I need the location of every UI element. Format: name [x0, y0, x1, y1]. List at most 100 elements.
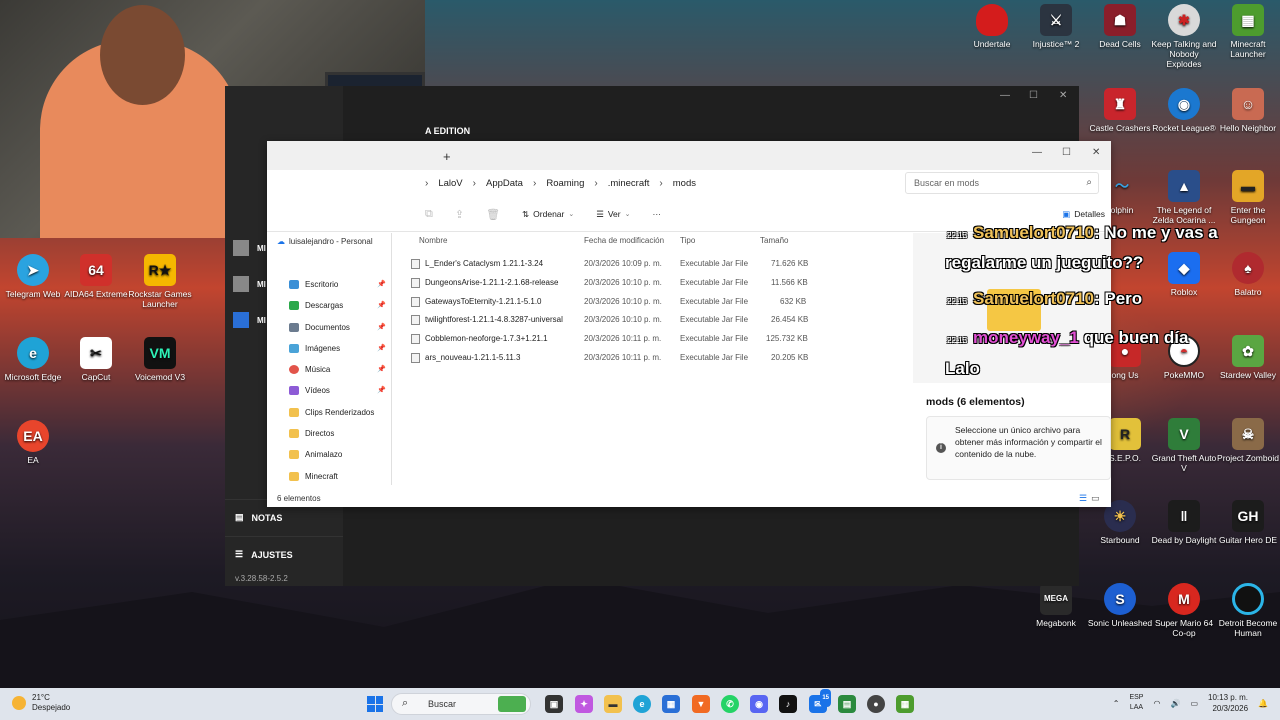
desktop-icon-telegram[interactable]: ➤ Telegram Web: [0, 254, 66, 299]
sort-button[interactable]: ⇅ Ordenar ⌄: [522, 209, 574, 220]
nav-item-escritorio[interactable]: Escritorio 📌: [289, 275, 389, 293]
explorer-close-button[interactable]: ✕: [1092, 147, 1100, 158]
nav-item-musica[interactable]: Música 📌: [289, 360, 389, 378]
desktop-icon-zelda[interactable]: ▲ The Legend of Zelda Ocarina ...: [1151, 170, 1217, 225]
details-pane-button[interactable]: ▣ Detalles: [1062, 209, 1105, 220]
launcher-settings-button[interactable]: ☰ AJUSTES: [225, 536, 343, 572]
taskbar-search[interactable]: ⌕ Buscar: [391, 693, 531, 715]
file-row[interactable]: ars_nouveau-1.21.1-5.11.3 20/3/2026 10:11…: [411, 349, 811, 367]
desktop-icon-edge[interactable]: e Microsoft Edge: [0, 337, 66, 382]
desktop-icon-mario64[interactable]: M Super Mario 64 Co-op: [1151, 583, 1217, 638]
edge-taskbar-icon[interactable]: e: [633, 695, 651, 713]
nav-item-documentos[interactable]: Documentos 📌: [289, 318, 389, 336]
desktop-icon-voicemod[interactable]: VM Voicemod V3: [127, 337, 193, 382]
chevron-up-icon[interactable]: ⌃: [1113, 699, 1120, 708]
desktop-icon-rocket-league[interactable]: ◉ Rocket League®: [1151, 88, 1217, 133]
desktop-icon-aida64[interactable]: 64 AIDA64 Extreme: [63, 254, 129, 299]
search-input[interactable]: Buscar en mods ⌕: [905, 172, 1099, 194]
breadcrumb-item[interactable]: LaloV: [438, 178, 462, 189]
brave-icon[interactable]: ▼: [692, 695, 710, 713]
desktop-icon-ea[interactable]: EA EA: [0, 420, 66, 465]
badge-app-icon[interactable]: 15 ✉: [809, 689, 831, 713]
desktop-icon-castle-crashers[interactable]: ♜ Castle Crashers: [1087, 88, 1153, 133]
file-row[interactable]: twilightforest-1.21.1-4.8.3287-universal…: [411, 311, 811, 329]
explorer-minimize-button[interactable]: —: [1032, 147, 1042, 158]
sheets-icon[interactable]: ▤: [838, 695, 856, 713]
breadcrumb-item[interactable]: .minecraft: [608, 178, 650, 189]
desktop-icon-megabonk[interactable]: MEGA Megabonk: [1023, 583, 1089, 628]
desktop-icon-injustice[interactable]: ⚔ Injustice™ 2: [1023, 4, 1089, 49]
task-view-icon[interactable]: ▣: [545, 695, 563, 713]
volume-icon[interactable]: 🔊: [1170, 699, 1180, 708]
column-header-size[interactable]: Tamaño: [760, 236, 788, 245]
new-tab-button[interactable]: +: [443, 149, 451, 164]
desktop-icon-enter-gungeon[interactable]: ▬ Enter the Gungeon: [1215, 170, 1280, 225]
file-row[interactable]: GatewaysToEternity-1.21.1-5.1.0 20/3/2026…: [411, 293, 811, 311]
file-explorer-icon[interactable]: ▬: [604, 695, 622, 713]
view-button[interactable]: ☰ Ver ⌄: [596, 209, 630, 220]
explorer-maximize-button[interactable]: ☐: [1062, 147, 1071, 158]
desktop-icon-undertale[interactable]: Undertale: [959, 4, 1025, 49]
copilot-icon[interactable]: ✦: [575, 695, 593, 713]
file-row[interactable]: DungeonsArise-1.21.1-2.1.68-release 20/3/…: [411, 274, 811, 292]
desktop-icon-guitar-hero[interactable]: GH Guitar Hero DE: [1215, 500, 1280, 545]
desktop-icon-stardew[interactable]: ✿ Stardew Valley: [1215, 335, 1280, 380]
desktop-icon-hello-neighbor[interactable]: ☺ Hello Neighbor: [1215, 88, 1280, 133]
breadcrumb-item[interactable]: AppData: [486, 178, 523, 189]
whatsapp-icon[interactable]: ✆: [721, 695, 739, 713]
desktop-icon-rockstar[interactable]: R★ Rockstar Games Launcher: [127, 254, 193, 309]
nav-item-imagenes[interactable]: Imágenes 📌: [289, 339, 389, 357]
notifications-icon[interactable]: 🔔: [1258, 699, 1268, 708]
minecraft-taskbar-icon[interactable]: ▦: [896, 695, 914, 713]
desktop-icon-dead-cells[interactable]: ☗ Dead Cells: [1087, 4, 1153, 49]
copy-icon[interactable]: ⧉: [425, 208, 433, 221]
desktop-icon-sonic[interactable]: S Sonic Unleashed: [1087, 583, 1153, 628]
sort-icon: ⇅: [522, 208, 530, 219]
tiktok-icon[interactable]: ♪: [779, 695, 797, 713]
desktop-icon-keep-talking[interactable]: ✱ Keep Talking and Nobody Explodes: [1151, 4, 1217, 69]
desktop-icon-roblox[interactable]: ◆ Roblox: [1151, 252, 1217, 297]
clock[interactable]: 10:13 p. m. 20/3/2026: [1208, 692, 1248, 714]
weather-widget[interactable]: 21°C Despejado: [12, 693, 70, 713]
more-options-button[interactable]: ···: [653, 209, 662, 219]
desktop-icon-balatro[interactable]: ♠ Balatro: [1215, 252, 1280, 297]
tiles-view-icon[interactable]: ▭: [1091, 493, 1100, 504]
onedrive-personal-item[interactable]: ☁ luisalejandro - Personal: [277, 237, 373, 246]
details-view-icon[interactable]: ☰: [1079, 493, 1087, 504]
delete-icon[interactable]: 🗑: [486, 208, 500, 221]
breadcrumb-item[interactable]: mods: [673, 178, 696, 189]
share-icon[interactable]: ⇪: [455, 208, 464, 221]
file-row[interactable]: Cobblemon-neoforge-1.7.3+1.21.1 20/3/2026…: [411, 330, 811, 348]
column-header-date[interactable]: Fecha de modificación: [584, 236, 664, 245]
desktop-icon-capcut[interactable]: ✂ CapCut: [63, 337, 129, 382]
launcher-maximize-button[interactable]: ☐: [1029, 90, 1038, 101]
battery-icon[interactable]: ▭: [1190, 699, 1198, 708]
column-header-type[interactable]: Tipo: [680, 236, 695, 245]
breadcrumb-item[interactable]: Roaming: [546, 178, 584, 189]
obs-icon[interactable]: ●: [867, 695, 885, 713]
wifi-icon[interactable]: ◠: [1153, 699, 1160, 708]
desktop-icon-minecraft-launcher[interactable]: ▦ Minecraft Launcher: [1215, 4, 1280, 59]
nav-item-videos[interactable]: Vídeos 📌: [289, 381, 389, 399]
nav-item-minecraft[interactable]: Minecraft: [289, 467, 389, 485]
nav-item-directos[interactable]: Directos: [289, 424, 389, 442]
desktop-icon-detroit[interactable]: Detroit Become Human: [1215, 583, 1280, 638]
file-row[interactable]: L_Ender's Cataclysm 1.21.1-3.24 20/3/2026…: [411, 255, 811, 273]
launcher-minimize-button[interactable]: —: [1000, 90, 1010, 101]
discord-icon[interactable]: ◉: [750, 695, 768, 713]
nav-item-descargas[interactable]: Descargas 📌: [289, 296, 389, 314]
nav-item-animalazo[interactable]: Animalazo: [289, 445, 389, 463]
jar-file-icon: [411, 334, 420, 344]
store-icon[interactable]: ▦: [662, 695, 680, 713]
weather-sun-icon: [12, 696, 26, 710]
column-header-name[interactable]: Nombre: [419, 236, 447, 245]
start-button[interactable]: [367, 696, 383, 712]
desktop-icon-gta[interactable]: V Grand Theft Auto V: [1151, 418, 1217, 473]
launcher-close-button[interactable]: ✕: [1059, 90, 1067, 101]
desktop-icon-sep[interactable]: R S.E.P.O.: [1105, 418, 1145, 463]
desktop-icon-dead-by-daylight[interactable]: ‖ Dead by Daylight: [1151, 500, 1217, 545]
search-icon: ⌕: [1086, 177, 1092, 188]
nav-item-clips[interactable]: Clips Renderizados: [289, 403, 389, 421]
language-indicator[interactable]: ESP LAA: [1129, 693, 1143, 713]
desktop-icon-project-zomboid[interactable]: ☠ Project Zomboid: [1215, 418, 1280, 463]
